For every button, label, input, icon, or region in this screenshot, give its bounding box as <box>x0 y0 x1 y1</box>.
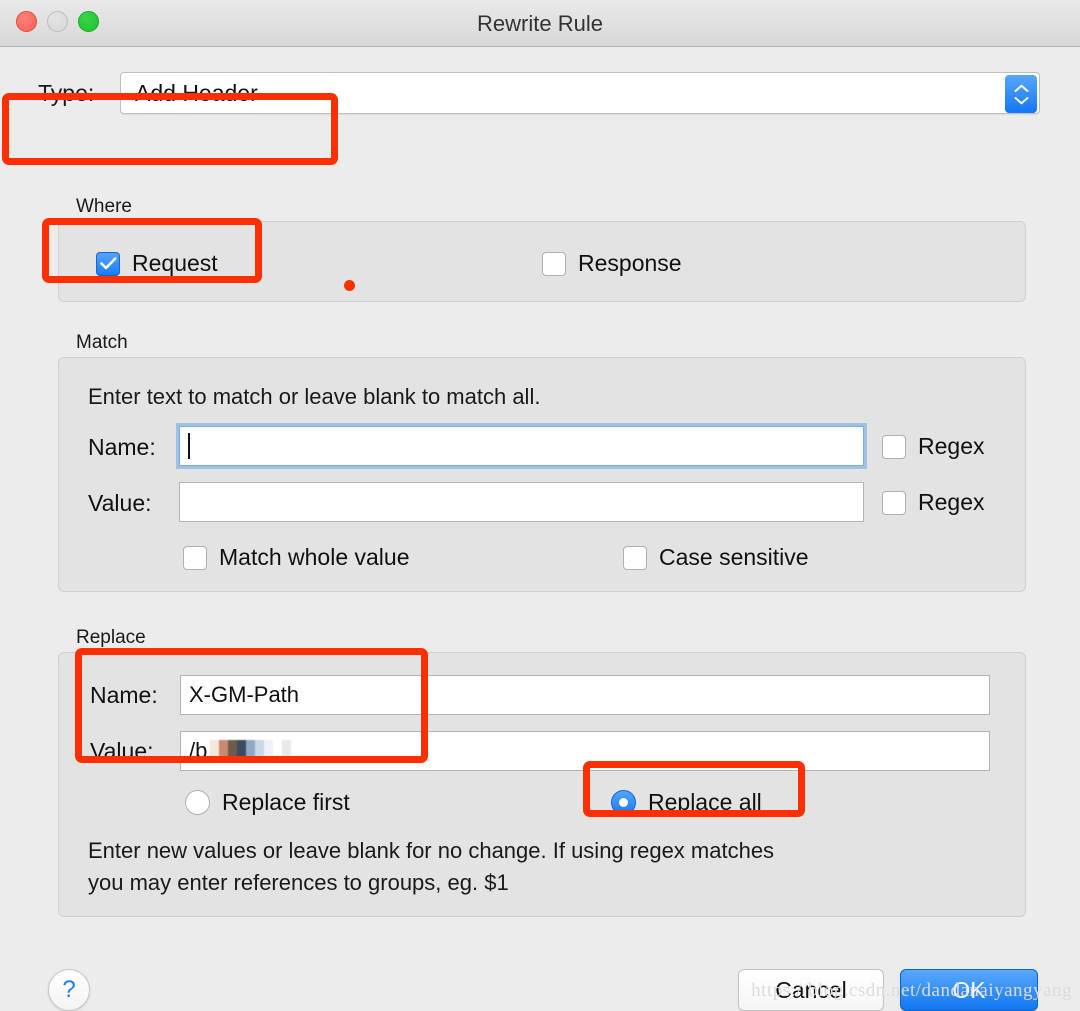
replace-hint-line2: you may enter references to groups, eg. … <box>88 870 509 895</box>
dialog-content: Type: Add Header Where Request Response … <box>0 47 1080 1011</box>
radio-dot-icon <box>619 798 628 807</box>
where-group-label: Where <box>76 196 132 217</box>
window-title: Rewrite Rule <box>477 11 603 36</box>
title-bar: Rewrite Rule <box>0 0 1080 47</box>
replace-name-value: X-GM-Path <box>189 682 300 707</box>
response-checkbox[interactable] <box>542 251 566 276</box>
match-whole-value-row[interactable]: Match whole value <box>183 544 410 571</box>
rewrite-rule-dialog: Rewrite Rule Type: Add Header Where Requ… <box>0 0 1080 1011</box>
replace-first-label: Replace first <box>222 789 350 815</box>
match-value-regex-label: Regex <box>918 489 985 515</box>
match-name-input[interactable] <box>176 423 867 469</box>
match-group-label: Match <box>76 332 128 353</box>
response-checkbox-row[interactable]: Response <box>542 250 682 277</box>
replace-value-label: Value: <box>90 738 154 764</box>
red-dot-marker <box>344 280 355 291</box>
type-popup-button[interactable]: Add Header <box>120 72 1040 114</box>
request-label: Request <box>132 250 218 276</box>
question-mark-icon: ? <box>62 976 76 1003</box>
match-value-regex-row[interactable]: Regex <box>882 489 984 516</box>
replace-group-label: Replace <box>76 627 146 648</box>
replace-name-label: Name: <box>90 682 158 708</box>
chevron-down-icon <box>1014 96 1028 104</box>
redacted-value-mosaic <box>210 740 292 762</box>
match-value-input[interactable] <box>179 482 864 522</box>
checkmark-icon <box>99 257 116 270</box>
watermark-text: https://blog.csdn.net/dandanaiyangyang <box>751 980 1072 1001</box>
replace-all-radio[interactable] <box>611 790 636 815</box>
replace-first-radio-row[interactable]: Replace first <box>185 789 350 816</box>
match-name-regex-checkbox[interactable] <box>882 434 906 459</box>
replace-value-value: /b <box>189 738 208 763</box>
match-value-label: Value: <box>88 490 152 516</box>
text-caret <box>188 433 190 459</box>
type-selected-value: Add Header <box>135 79 258 106</box>
type-label: Type: <box>38 79 95 106</box>
replace-value-input[interactable]: /b <box>180 731 990 771</box>
match-hint: Enter text to match or leave blank to ma… <box>88 384 541 409</box>
match-value-regex-checkbox[interactable] <box>882 490 906 515</box>
case-sensitive-checkbox[interactable] <box>623 545 647 570</box>
chevron-up-icon <box>1014 84 1028 92</box>
help-button[interactable]: ? <box>48 969 90 1011</box>
replace-all-label: Replace all <box>648 789 762 815</box>
type-row: Type: Add Header <box>0 61 1080 125</box>
replace-all-radio-row[interactable]: Replace all <box>611 789 762 816</box>
match-name-regex-row[interactable]: Regex <box>882 433 984 460</box>
case-sensitive-row[interactable]: Case sensitive <box>623 544 809 571</box>
request-checkbox[interactable] <box>96 251 120 276</box>
replace-first-radio[interactable] <box>185 790 210 815</box>
match-whole-value-checkbox[interactable] <box>183 545 207 570</box>
replace-name-input[interactable]: X-GM-Path <box>180 675 990 715</box>
match-name-label: Name: <box>88 434 156 460</box>
response-label: Response <box>578 250 682 276</box>
replace-hint-line1: Enter new values or leave blank for no c… <box>88 838 775 863</box>
match-whole-value-label: Match whole value <box>219 544 410 570</box>
match-name-regex-label: Regex <box>918 433 985 459</box>
case-sensitive-label: Case sensitive <box>659 544 809 570</box>
request-checkbox-row[interactable]: Request <box>96 250 218 277</box>
stepper-up-down-icon[interactable] <box>1005 75 1037 113</box>
